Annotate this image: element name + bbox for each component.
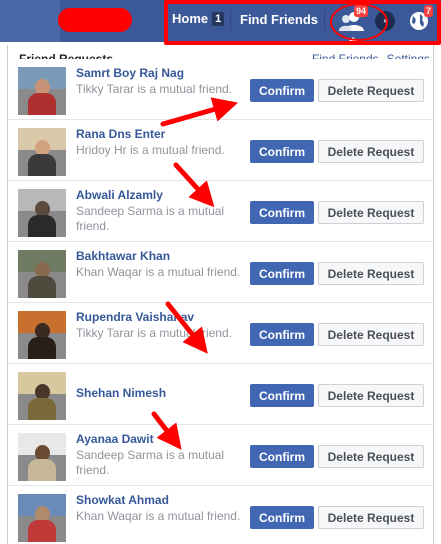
- confirm-button[interactable]: Confirm: [250, 384, 314, 407]
- mutual-friend-text: Khan Waqar is a mutual friend.: [76, 509, 241, 523]
- mutual-friend-text: Khan Waqar is a mutual friend.: [76, 265, 241, 279]
- delete-request-button[interactable]: Delete Request: [318, 140, 424, 163]
- mutual-friend-text: Hridoy Hr is a mutual friend.: [76, 143, 225, 157]
- mutual-friend-text: Sandeep Sarma is a mutual friend.: [76, 204, 225, 233]
- delete-request-button[interactable]: Delete Request: [318, 79, 424, 102]
- avatar[interactable]: [18, 433, 66, 481]
- requester-name[interactable]: Bakhtawar Khan: [76, 249, 170, 263]
- friend-request-row: Ayanaa Dawit Sandeep Sarma is a mutual f…: [8, 425, 433, 486]
- requester-name[interactable]: Abwali Alzamly: [76, 188, 163, 202]
- avatar[interactable]: [18, 128, 66, 176]
- avatar[interactable]: [18, 250, 66, 298]
- friend-request-row: Bakhtawar Khan Khan Waqar is a mutual fr…: [8, 242, 433, 303]
- confirm-button[interactable]: Confirm: [250, 445, 314, 468]
- mutual-friend-text: Sandeep Sarma is a mutual friend.: [76, 448, 225, 477]
- requester-name[interactable]: Rupendra Vaishanav: [76, 310, 194, 324]
- requester-name[interactable]: Ayanaa Dawit: [76, 432, 154, 446]
- search-area: [0, 0, 60, 42]
- delete-request-button[interactable]: Delete Request: [318, 384, 424, 407]
- confirm-button[interactable]: Confirm: [250, 323, 314, 346]
- annotation-highlight-box: [164, 0, 441, 45]
- delete-request-button[interactable]: Delete Request: [318, 262, 424, 285]
- avatar[interactable]: [18, 494, 66, 542]
- friend-request-row: Rana Dns Enter Hridoy Hr is a mutual fri…: [8, 120, 433, 181]
- annotation-circle: [330, 3, 388, 41]
- confirm-button[interactable]: Confirm: [250, 506, 314, 529]
- confirm-button[interactable]: Confirm: [250, 79, 314, 102]
- avatar[interactable]: [18, 189, 66, 237]
- requester-name[interactable]: Showkat Ahmad: [76, 493, 169, 507]
- friend-request-row: Rupendra Vaishanav Tikky Tarar is a mutu…: [8, 303, 433, 364]
- friend-request-row: Showkat Ahmad Khan Waqar is a mutual fri…: [8, 486, 433, 544]
- avatar[interactable]: [18, 372, 66, 420]
- avatar[interactable]: [18, 67, 66, 115]
- confirm-button[interactable]: Confirm: [250, 140, 314, 163]
- delete-request-button[interactable]: Delete Request: [318, 201, 424, 224]
- requester-name[interactable]: Samrt Boy Raj Nag: [76, 66, 184, 80]
- friend-request-row: Abwali Alzamly Sandeep Sarma is a mutual…: [8, 181, 433, 242]
- friend-request-row: Shehan Nimesh Confirm Delete Request: [8, 364, 433, 425]
- friend-request-row: Samrt Boy Raj Nag Tikky Tarar is a mutua…: [8, 59, 433, 120]
- confirm-button[interactable]: Confirm: [250, 262, 314, 285]
- mutual-friend-text: Tikky Tarar is a mutual friend.: [76, 82, 233, 96]
- requester-name[interactable]: Shehan Nimesh: [76, 386, 166, 400]
- delete-request-button[interactable]: Delete Request: [318, 445, 424, 468]
- requester-name[interactable]: Rana Dns Enter: [76, 127, 165, 141]
- delete-request-button[interactable]: Delete Request: [318, 506, 424, 529]
- avatar[interactable]: [18, 311, 66, 359]
- delete-request-button[interactable]: Delete Request: [318, 323, 424, 346]
- redacted-profile-blob: [58, 8, 132, 32]
- confirm-button[interactable]: Confirm: [250, 201, 314, 224]
- mutual-friend-text: Tikky Tarar is a mutual friend.: [76, 326, 233, 340]
